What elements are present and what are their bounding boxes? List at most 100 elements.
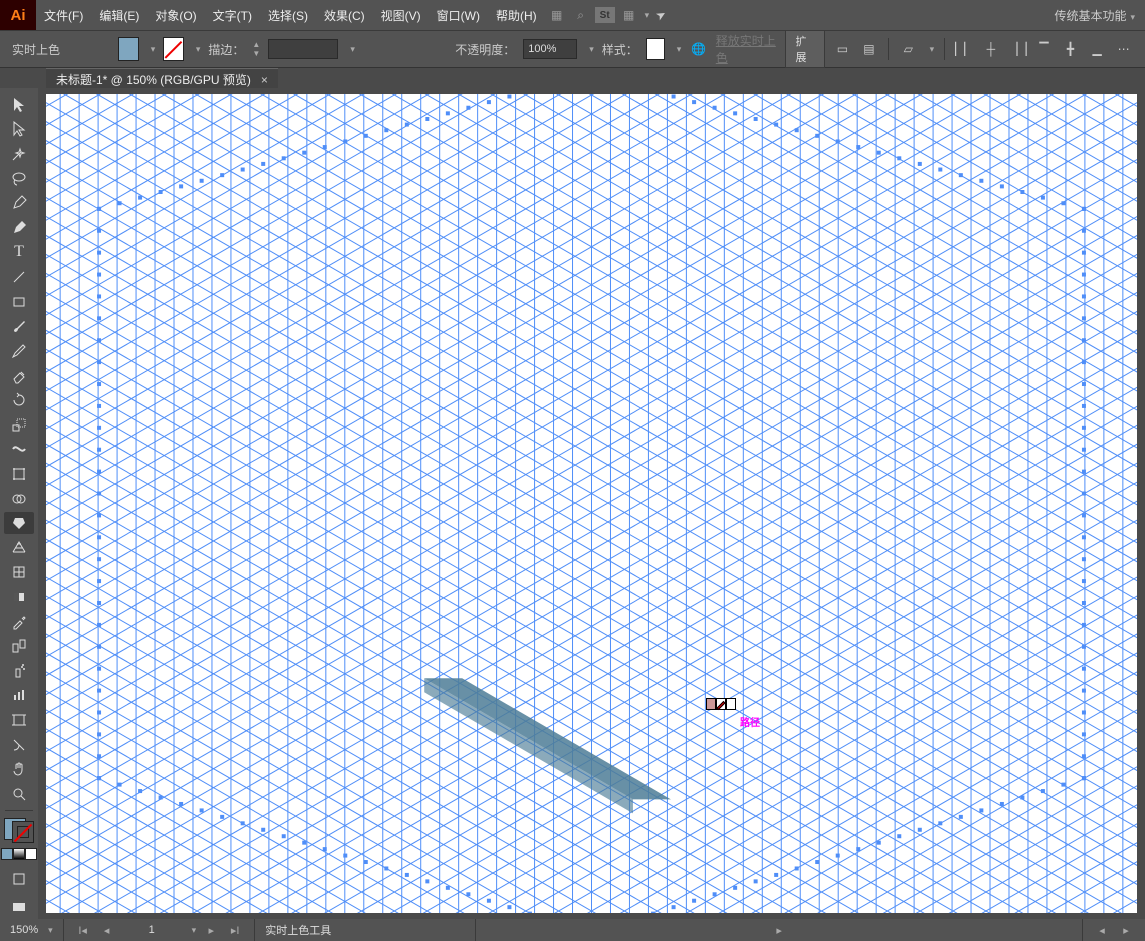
scroll-left-icon[interactable]: ◂ (1093, 924, 1111, 937)
tool-free-transform[interactable] (4, 463, 34, 485)
recolor-icon[interactable]: 🌐 (689, 38, 708, 60)
align-hcenter-icon[interactable]: ┼ (982, 38, 1001, 60)
menu-bar: Ai 文件(F) 编辑(E) 对象(O) 文字(T) 选择(S) 效果(C) 视… (0, 0, 1145, 30)
edit-contents-icon[interactable]: ▤ (860, 38, 879, 60)
align-right-icon[interactable]: ▕▕ (1008, 38, 1027, 60)
tool-live-paint[interactable] (4, 512, 34, 534)
scroll-indicator-icon[interactable]: ▸ (770, 924, 788, 937)
transform-icon[interactable]: ▱ (899, 38, 918, 60)
color-mode-color[interactable] (1, 848, 13, 860)
search-icon[interactable]: ⌕ (571, 5, 591, 25)
isometric-grid (46, 94, 1137, 913)
color-mode-row (1, 848, 37, 860)
menu-select[interactable]: 选择(S) (260, 0, 316, 30)
menu-help[interactable]: 帮助(H) (488, 0, 545, 30)
next-artboard-icon[interactable]: ▸ (202, 924, 220, 937)
screen-mode-normal[interactable] (4, 867, 34, 891)
expand-button[interactable]: 扩展 (785, 30, 826, 68)
control-bar: 实时上色 ▾ ▾ 描边： ▲▼ ▾ 不透明度： ▾ 样式： ▾ 🌐 释放实时上色… (0, 30, 1145, 68)
tool-shape-builder[interactable] (4, 488, 34, 510)
toolbox-stroke-swatch[interactable] (12, 821, 34, 843)
canvas[interactable]: 路径 (46, 94, 1137, 913)
align-more-icon[interactable]: ⋯ (1114, 38, 1133, 60)
tool-paintbrush[interactable] (4, 315, 34, 337)
release-live-paint-link[interactable]: 释放实时上色 (716, 32, 777, 66)
tab-close-icon[interactable]: × (261, 73, 268, 87)
stroke-weight-input[interactable] (268, 39, 338, 59)
stroke-dropdown-icon[interactable]: ▾ (196, 44, 201, 55)
selection-mode-label: 实时上色 (12, 41, 60, 58)
current-tool-label[interactable]: 实时上色工具 (255, 919, 476, 941)
isolate-icon[interactable]: ▭ (833, 38, 852, 60)
tool-curvature[interactable] (4, 217, 34, 239)
tool-type[interactable]: T (4, 242, 34, 264)
stroke-weight-down[interactable]: ▼ (252, 49, 260, 58)
tool-eyedropper[interactable] (4, 611, 34, 633)
tool-zoom[interactable] (4, 783, 34, 805)
tool-magic-wand[interactable] (4, 143, 34, 165)
tool-slice[interactable] (4, 734, 34, 756)
tool-hand[interactable] (4, 758, 34, 780)
first-artboard-icon[interactable]: I◂ (74, 924, 92, 937)
stroke-label[interactable]: 描边： (208, 41, 244, 58)
style-swatch[interactable] (646, 38, 665, 60)
tool-direct-selection[interactable] (4, 119, 34, 141)
opacity-label[interactable]: 不透明度： (455, 41, 515, 58)
align-bottom-icon[interactable]: ▁ (1088, 38, 1107, 60)
tool-scale[interactable] (4, 414, 34, 436)
artboard-navigator[interactable]: I◂ ◂ 1 ▾ ▸ ▸I (64, 919, 256, 941)
tool-selection[interactable] (4, 94, 34, 116)
tool-pencil[interactable] (4, 340, 34, 362)
status-bar: 150%▾ I◂ ◂ 1 ▾ ▸ ▸I 实时上色工具 ▸ ◂ ▸ (0, 919, 1145, 941)
tool-pen[interactable] (4, 192, 34, 214)
document-tab-strip: 未标题-1* @ 150% (RGB/GPU 预览) × (0, 68, 1145, 90)
last-artboard-icon[interactable]: ▸I (226, 924, 244, 937)
align-top-icon[interactable]: ▔ (1035, 38, 1054, 60)
bridge-icon[interactable]: ▦ (547, 5, 567, 25)
opacity-input[interactable] (523, 39, 577, 59)
live-paint-cursor-swatch (706, 698, 736, 710)
document-tab[interactable]: 未标题-1* @ 150% (RGB/GPU 预览) × (46, 68, 278, 90)
tool-line[interactable] (4, 266, 34, 288)
tool-eraser[interactable] (4, 365, 34, 387)
align-left-icon[interactable]: ▏▏ (955, 38, 974, 60)
menu-type[interactable]: 文字(T) (205, 0, 260, 30)
document-tab-title: 未标题-1* @ 150% (RGB/GPU 预览) (56, 71, 251, 88)
tool-gradient[interactable] (4, 586, 34, 608)
canvas-area: 路径 (38, 88, 1145, 919)
fill-dropdown-icon[interactable]: ▾ (151, 44, 156, 55)
color-mode-none[interactable] (25, 848, 37, 860)
menu-effect[interactable]: 效果(C) (316, 0, 373, 30)
tool-rectangle[interactable] (4, 291, 34, 313)
menu-window[interactable]: 窗口(W) (429, 0, 488, 30)
tool-width[interactable] (4, 439, 34, 461)
zoom-level[interactable]: 150%▾ (0, 919, 64, 941)
style-label[interactable]: 样式： (602, 41, 638, 58)
menu-file[interactable]: 文件(F) (36, 0, 91, 30)
menu-object[interactable]: 对象(O) (147, 0, 204, 30)
fill-swatch[interactable] (118, 37, 139, 61)
gpu-icon[interactable]: ➤ (648, 1, 675, 28)
tool-blend[interactable] (4, 635, 34, 657)
menu-view[interactable]: 视图(V) (373, 0, 429, 30)
tool-symbol-sprayer[interactable] (4, 660, 34, 682)
align-vcenter-icon[interactable]: ╋ (1061, 38, 1080, 60)
screen-mode-toggle[interactable] (4, 895, 34, 919)
stroke-swatch[interactable] (163, 37, 184, 61)
menu-edit[interactable]: 编辑(E) (91, 0, 147, 30)
app-logo: Ai (0, 0, 36, 30)
arrange-documents-icon[interactable]: ▦ (619, 5, 639, 25)
tool-rotate[interactable] (4, 389, 34, 411)
color-mode-gradient[interactable] (13, 848, 25, 860)
tool-perspective-grid[interactable] (4, 537, 34, 559)
tool-lasso[interactable] (4, 168, 34, 190)
stock-icon[interactable]: St (595, 7, 615, 23)
stroke-weight-up[interactable]: ▲ (252, 40, 260, 49)
tool-column-graph[interactable] (4, 685, 34, 707)
tool-mesh[interactable] (4, 562, 34, 584)
tool-artboard[interactable] (4, 709, 34, 731)
fill-stroke-well[interactable] (4, 818, 34, 843)
prev-artboard-icon[interactable]: ◂ (98, 924, 116, 937)
scroll-right-icon[interactable]: ▸ (1117, 924, 1135, 937)
workspace-switcher[interactable]: 传统基本功能▾ (1044, 7, 1145, 24)
